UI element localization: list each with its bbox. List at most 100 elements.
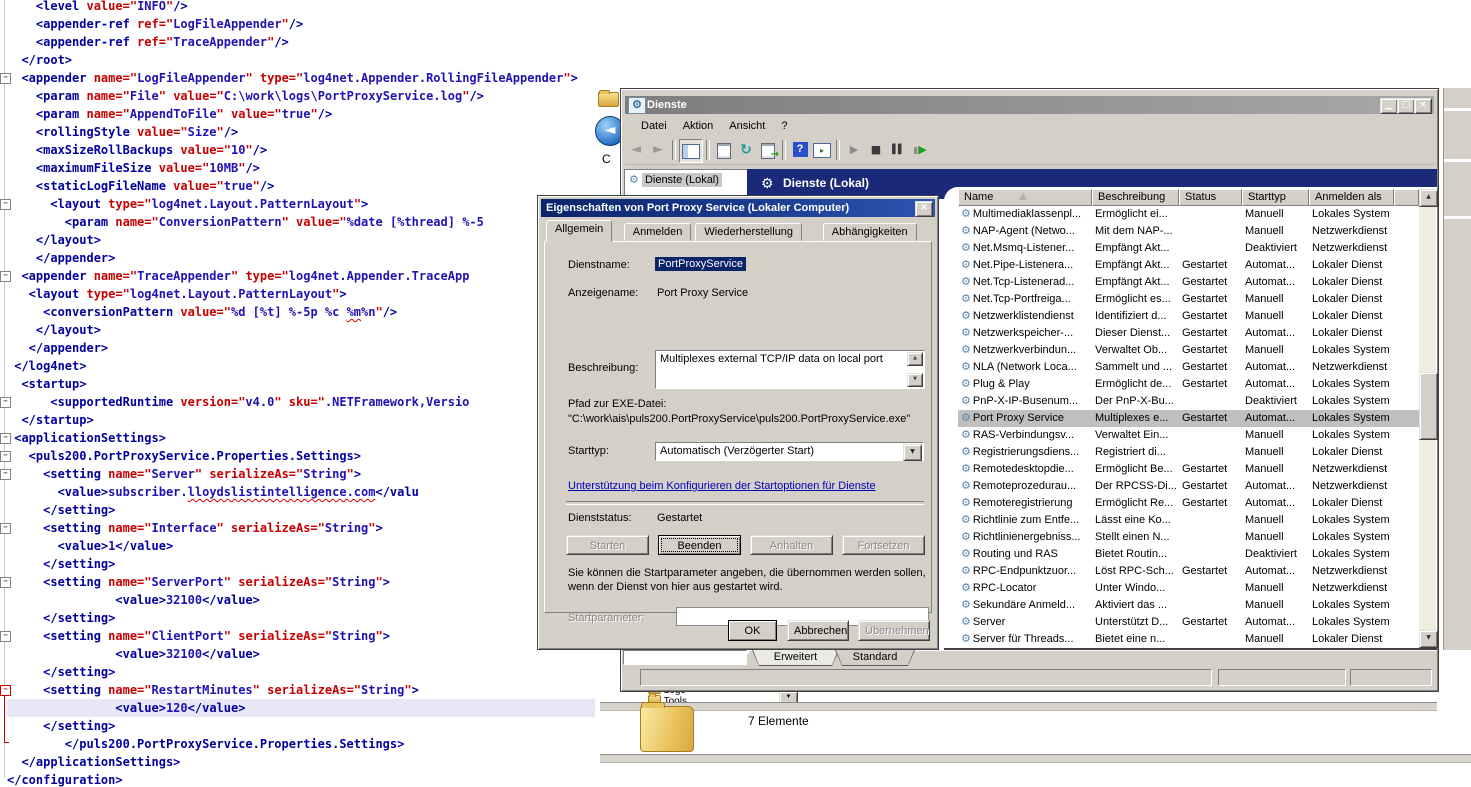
table-row[interactable]: ⚙RemoteregistrierungErmöglicht Re...Gest… [958, 495, 1419, 512]
minimize-button[interactable]: ▁ [1380, 98, 1398, 114]
column-header-anmeldenals[interactable]: Anmelden als [1309, 189, 1394, 206]
starten-button[interactable]: Starten [566, 535, 649, 555]
fortsetzen-button[interactable]: Fortsetzen [842, 535, 925, 555]
table-row[interactable]: ⚙Net.Tcp-Portfreiga...Ermöglicht es...Ge… [958, 291, 1419, 308]
column-header-name[interactable]: Name [958, 189, 1092, 206]
code-token: " [375, 305, 382, 319]
show-tree-icon[interactable] [679, 139, 703, 163]
code-token: <conversionPattern [7, 305, 180, 319]
table-row[interactable]: ⚙Richtlinie zum Entfe...Lässt eine Ko...… [958, 512, 1419, 529]
table-row[interactable]: ⚙Routing und RASBietet Routin...Deaktivi… [958, 546, 1419, 563]
table-row[interactable]: ⚙Netzwerkspeicher-...Dieser Dienst...Ges… [958, 325, 1419, 342]
gear-icon: ⚙ [629, 174, 639, 186]
window-edge-band [600, 702, 1437, 711]
code-line: <appender-ref ref="LogFileAppender"/> [7, 15, 595, 33]
table-row[interactable]: ⚙Net.Msmq-Listener...Empfängt Akt...Deak… [958, 240, 1419, 257]
table-row[interactable]: ⚙Netzwerkverbindun...Verwaltet Ob...Gest… [958, 342, 1419, 359]
extended-view-icon[interactable]: ▸ [811, 139, 833, 161]
table-row[interactable]: ⚙Richtlinienergebniss...Stellt einen N..… [958, 529, 1419, 546]
menu-item-?[interactable]: ? [781, 116, 787, 136]
description-textarea[interactable]: Multiplexes external TCP/IP data on loca… [655, 350, 925, 389]
ok-button[interactable]: OK [728, 620, 777, 641]
maximize-button[interactable]: □ [1397, 98, 1415, 114]
menu-item-aktion[interactable]: Aktion [683, 116, 714, 136]
tree-item-dienste-lokal[interactable]: ⚙ Dienste (Lokal) [629, 173, 722, 186]
back-icon[interactable]: ◄ [625, 139, 647, 161]
table-row[interactable]: ⚙Net.Tcp-Listenerad...Empfängt Akt...Ges… [958, 274, 1419, 291]
restart-service-icon[interactable]: ▮▶ [909, 139, 931, 161]
table-row[interactable]: ⚙PnP-X-IP-Busenum...Der PnP-X-Bu...Deakt… [958, 393, 1419, 410]
tab-allgemein[interactable]: Allgemein [546, 220, 612, 242]
starttype-select[interactable]: Automatisch (Verzögerter Start) ▼ [655, 442, 924, 461]
view-tab-erweitert[interactable]: Erweitert [752, 650, 839, 666]
table-row[interactable]: ⚙NLA (Network Loca...Sammelt und ...Gest… [958, 359, 1419, 376]
properties-icon[interactable] [713, 139, 735, 161]
code-line: <setting name="ClientPort" serializeAs="… [7, 627, 595, 645]
tab-abhngigkeiten[interactable]: Abhängigkeiten [823, 223, 917, 241]
table-row[interactable]: ⚙Remotedesktopdie...Ermöglicht Be...Gest… [958, 461, 1419, 478]
close-button[interactable]: × [1414, 98, 1432, 114]
start-service-icon[interactable]: ▶ [843, 139, 865, 161]
table-row[interactable]: ⚙Port Proxy ServiceMultiplexes e...Gesta… [958, 410, 1419, 427]
table-row[interactable]: ⚙RAS-Verbindungsv...Verwaltet Ein...Manu… [958, 427, 1419, 444]
table-row[interactable]: ⚙Remoteprozedurau...Der RPCSS-Di...Gesta… [958, 478, 1419, 495]
table-row[interactable]: ⚙Multimediaklassenpl...Ermöglicht ei...M… [958, 206, 1419, 223]
scroll-down-icon[interactable]: ▼ [1419, 630, 1438, 648]
scroll-down-icon[interactable]: ▼ [907, 373, 923, 387]
column-header-beschreibung[interactable]: Beschreibung [1092, 189, 1179, 206]
tab-anmelden[interactable]: Anmelden [624, 223, 692, 241]
table-row[interactable]: ⚙Server für Threads...Bietet eine n...Ma… [958, 631, 1419, 648]
tab-wiederherstellung[interactable]: Wiederherstellung [695, 223, 802, 241]
cell-name: ⚙Net.Tcp-Listenerad... [958, 274, 1092, 291]
xml-editor[interactable]: −−−−−−−−−−− <level value="INFO"/> <appen… [0, 0, 620, 787]
changed-lines-bracket [4, 696, 5, 742]
startup-help-link[interactable]: Unterstützung beim Konfigurieren der Sta… [568, 480, 876, 492]
service-name-value[interactable]: PortProxyService [655, 257, 746, 271]
dialog-title-bar[interactable]: Eigenschaften von Port Proxy Service (Lo… [541, 199, 935, 217]
services-title-bar[interactable]: ⚙ Dienste ▁ □ × [625, 96, 1434, 114]
table-row[interactable]: ⚙ServerUnterstützt D...GestartetAutomat.… [958, 614, 1419, 631]
code-token: serializeAs=" [267, 683, 361, 697]
table-row[interactable]: ⚙NetzwerklistendienstIdentifiziert d...G… [958, 308, 1419, 325]
toolbar-separator [836, 140, 840, 160]
view-tab-standard[interactable]: Standard [835, 650, 915, 666]
column-header-starttyp[interactable]: Starttyp [1242, 189, 1309, 206]
refresh-icon[interactable]: ↻ [735, 139, 757, 161]
scroll-up-icon[interactable]: ▲ [1419, 189, 1438, 207]
beenden-button[interactable]: Beenden [658, 535, 741, 555]
menu-item-datei[interactable]: Datei [641, 116, 667, 136]
table-row[interactable]: ⚙RPC-Endpunktzuor...Löst RPC-Sch...Gesta… [958, 563, 1419, 580]
column-header-stub[interactable] [1394, 189, 1419, 206]
service-gear-icon: ⚙ [961, 327, 971, 339]
close-icon[interactable]: × [915, 201, 933, 217]
code-area[interactable]: <level value="INFO"/> <appender-ref ref=… [7, 0, 595, 787]
scrollbar-thumb[interactable] [1419, 372, 1438, 440]
table-row[interactable]: ⚙Sekundäre Anmeld...Aktiviert das ...Man… [958, 597, 1419, 614]
scroll-up-icon[interactable]: ▲ [907, 352, 923, 366]
code-token: version=" [180, 395, 245, 409]
code-token: </setting> [7, 611, 115, 625]
table-row[interactable]: ⚙NAP-Agent (Netwo...Mit dem NAP-...Manue… [958, 223, 1419, 240]
anhalten-button[interactable]: Anhalten [750, 535, 833, 555]
help-icon[interactable]: ? [789, 139, 811, 161]
cell-starttyp: Manuell [1242, 597, 1309, 614]
table-row[interactable]: ⚙Net.Pipe-Listenera...Empfängt Akt...Ges… [958, 257, 1419, 274]
export-list-icon[interactable]: → [757, 139, 779, 161]
stop-service-icon[interactable]: ■ [865, 139, 887, 161]
cell-anmelden-als: Lokaler Dienst [1309, 308, 1419, 325]
chevron-down-icon[interactable]: ▼ [903, 444, 922, 461]
vertical-scrollbar[interactable]: ▲ ▼ [1419, 189, 1436, 648]
cancel-button[interactable]: Abbrechen [787, 620, 849, 641]
cell-starttyp: Automat... [1242, 257, 1309, 274]
starttype-label: Starttyp: [568, 445, 609, 457]
menu-item-ansicht[interactable]: Ansicht [729, 116, 765, 136]
code-token: </layout> [7, 233, 101, 247]
table-row[interactable]: ⚙Plug & PlayErmöglicht de...GestartetAut… [958, 376, 1419, 393]
cell-starttyp: Deaktiviert [1242, 546, 1309, 563]
table-row[interactable]: ⚙RPC-LocatorUnter Windo...ManuellNetzwer… [958, 580, 1419, 597]
pause-service-icon[interactable]: ▌▌ [887, 139, 909, 161]
apply-button[interactable]: Übernehmen [858, 620, 930, 641]
forward-icon[interactable]: ► [647, 139, 669, 161]
table-row[interactable]: ⚙Registrierungsdiens...Registriert di...… [958, 444, 1419, 461]
column-header-status[interactable]: Status [1179, 189, 1242, 206]
